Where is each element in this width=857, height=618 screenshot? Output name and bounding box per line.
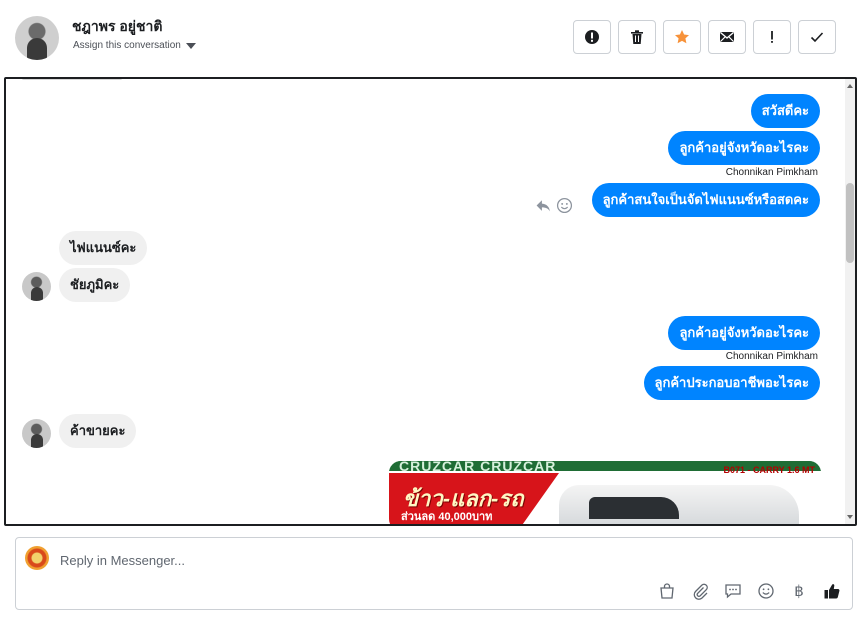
smiley-icon — [758, 583, 774, 599]
payment-button[interactable]: ฿ — [789, 581, 809, 601]
promo-car-image — [559, 485, 799, 524]
check-icon — [810, 32, 824, 43]
promo-image-message[interactable]: CRUZCAR CRUZCAR ข้าว-แลก-รถ ส่วนลด 40,00… — [389, 461, 821, 524]
scrollbar[interactable] — [845, 79, 855, 524]
reply-composer: ฿ — [15, 537, 853, 610]
paperclip-icon — [693, 583, 708, 600]
message-incoming[interactable]: ชัยภูมิคะ — [59, 268, 131, 302]
thumbs-up-icon — [824, 584, 840, 599]
smiley-icon[interactable] — [556, 197, 573, 214]
saved-replies-button[interactable] — [723, 581, 743, 601]
reply-icon[interactable] — [535, 197, 552, 214]
messenger-conversation-view: ชฎาพร อยู่ชาติ Assign this conversation — [0, 0, 857, 618]
message-tools — [535, 197, 573, 214]
message-incoming[interactable]: ค้าขายคะ — [59, 414, 137, 448]
message-outgoing[interactable]: ลูกค้าอยู่จังหวัดอะไรคะ — [668, 131, 820, 165]
message-outgoing[interactable]: สวัสดีคะ — [750, 94, 820, 128]
message-outgoing[interactable]: ลูกค้าอยู่จังหวัดอะไรคะ — [668, 316, 820, 350]
contact-avatar[interactable] — [15, 16, 59, 60]
reply-input[interactable] — [60, 550, 660, 570]
assign-conversation-dropdown[interactable]: Assign this conversation — [73, 40, 196, 51]
contact-avatar-small — [22, 272, 51, 301]
promo-subtitle: ส่วนลด 40,000บาท — [401, 511, 493, 523]
follow-up-button[interactable] — [753, 20, 791, 54]
alert-circle-icon — [585, 30, 599, 44]
like-button[interactable] — [822, 581, 842, 601]
bag-icon — [660, 583, 674, 599]
mail-icon — [720, 31, 734, 42]
caret-down-icon — [185, 42, 196, 49]
mark-unread-button[interactable] — [708, 20, 746, 54]
sender-name: Chonnikan Pimkham — [725, 351, 818, 362]
promo-tag: B071 - CARRY 1.6 MT — [723, 465, 815, 475]
star-icon — [675, 30, 689, 44]
sender-name: Chonnikan Pimkham — [725, 167, 818, 178]
emoji-button[interactable] — [756, 581, 776, 601]
speech-bubble-icon — [725, 584, 741, 599]
conversation-header: ชฎาพร อยู่ชาติ Assign this conversation — [0, 0, 857, 76]
promo-header-text: CRUZCAR CRUZCAR — [399, 461, 557, 474]
shop-button[interactable] — [657, 581, 677, 601]
page-avatar — [25, 546, 49, 570]
contact-avatar-small — [22, 419, 51, 448]
contact-name[interactable]: ชฎาพร อยู่ชาติ — [72, 16, 162, 38]
previous-message-stub — [22, 79, 122, 80]
composer-tools: ฿ — [657, 581, 842, 601]
message-outgoing[interactable]: ลูกค้าสนใจเป็นจัดไฟแนนซ์หรือสดคะ — [591, 183, 820, 217]
delete-button[interactable] — [618, 20, 656, 54]
assign-label: Assign this conversation — [73, 40, 181, 51]
message-thread[interactable]: สวัสดีคะ ลูกค้าอยู่จังหวัดอะไรคะ Chonnik… — [4, 77, 857, 526]
trash-icon — [631, 30, 643, 44]
message-outgoing[interactable]: ลูกค้าประกอบอาชีพอะไรคะ — [643, 366, 820, 400]
scroll-thumb[interactable] — [846, 183, 854, 263]
scroll-up-arrow-icon[interactable] — [847, 84, 853, 88]
conversation-actions — [573, 20, 836, 54]
exclamation-icon — [771, 31, 773, 43]
mark-done-button[interactable] — [798, 20, 836, 54]
baht-icon: ฿ — [794, 582, 804, 600]
message-incoming[interactable]: ไฟแนนซ์คะ — [59, 231, 148, 265]
scroll-down-arrow-icon[interactable] — [847, 515, 853, 519]
star-button[interactable] — [663, 20, 701, 54]
attach-button[interactable] — [690, 581, 710, 601]
mark-spam-button[interactable] — [573, 20, 611, 54]
